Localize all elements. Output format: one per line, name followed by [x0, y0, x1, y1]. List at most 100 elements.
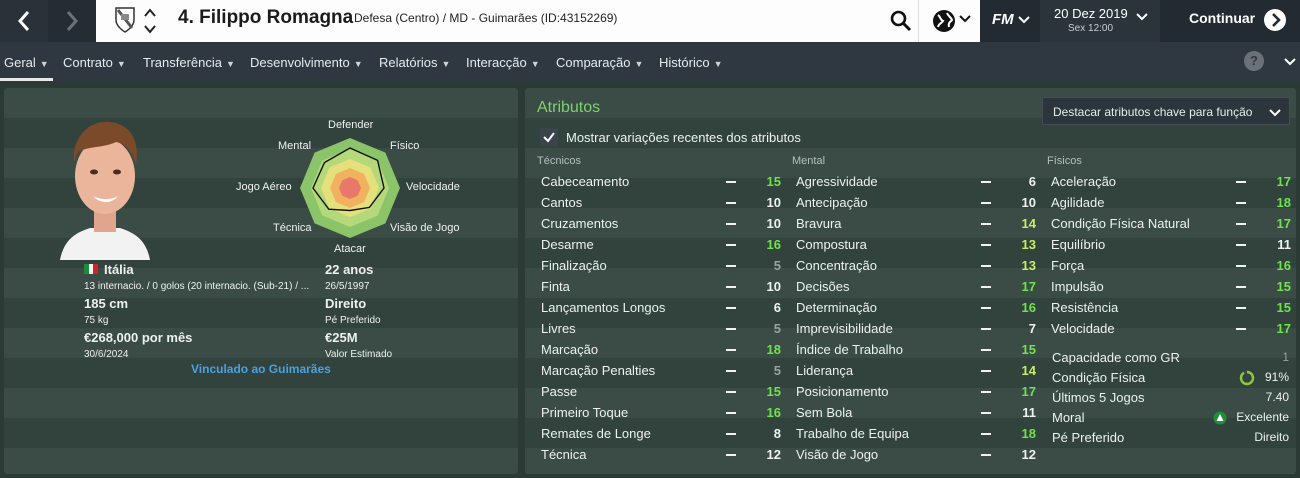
heading-tecnicos: Técnicos: [537, 155, 582, 167]
attr-row-posicionamento[interactable]: Posicionamento 17: [792, 381, 1040, 402]
attr-value: 10: [766, 216, 781, 231]
player-switch-arrows-icon[interactable]: [143, 5, 157, 37]
attr-value: 15: [766, 384, 781, 399]
attr-row-sem-bola[interactable]: Sem Bola 11: [792, 402, 1040, 423]
no-change-dash-icon: [981, 370, 991, 372]
tab-comparacao[interactable]: Comparação ▼: [556, 55, 643, 70]
tab-desenvolvimento[interactable]: Desenvolvimento ▼: [250, 55, 363, 70]
chevron-down-icon: [1018, 16, 1030, 24]
no-change-dash-icon: [726, 223, 736, 225]
arrow-right-circle-icon: [1264, 9, 1286, 31]
chevron-down-icon: [959, 15, 971, 23]
wage: €268,000 por mês: [84, 330, 193, 345]
attr-row-concentracao[interactable]: Concentração 13: [792, 255, 1040, 276]
attr-name: Cruzamentos: [541, 216, 619, 231]
attr-row-agilidade[interactable]: Agilidade 18: [1047, 192, 1295, 213]
attr-value: 17: [1276, 321, 1291, 336]
attr-row-finalizacao[interactable]: Finalização 5: [537, 255, 785, 276]
player-photo: [60, 121, 150, 260]
tab-interaccao[interactable]: Interacção ▼: [466, 55, 540, 70]
estimated-value-label: Valor Estimado: [325, 349, 393, 360]
attr-row-marcacao[interactable]: Marcação 18: [537, 339, 785, 360]
attr-name: Finta: [541, 279, 570, 294]
tab-transferencia[interactable]: Transferência ▼: [143, 55, 235, 70]
attr-row-compostura[interactable]: Compostura 13: [792, 234, 1040, 255]
attr-row-lancamentos-longos[interactable]: Lançamentos Longos 6: [537, 297, 785, 318]
attr-row-equilibrio[interactable]: Equilíbrio 11: [1047, 234, 1295, 255]
fm-logo: FM: [992, 11, 1014, 28]
attr-row-marcacao-penalties[interactable]: Marcação Penalties 5: [537, 360, 785, 381]
info-row-gk-ability: Capacidade como GR 1: [1052, 350, 1289, 365]
radar-label-fisico: Físico: [390, 140, 420, 152]
heading-fisicos: Físicos: [1047, 155, 1082, 167]
help-icon[interactable]: ?: [1244, 51, 1264, 71]
attr-value: 16: [766, 237, 781, 252]
attr-row-finta[interactable]: Finta 10: [537, 276, 785, 297]
attr-row-passe[interactable]: Passe 15: [537, 381, 785, 402]
attr-row-agressividade[interactable]: Agressividade 6: [792, 171, 1040, 192]
fm-menu-button[interactable]: FM: [980, 0, 1040, 42]
globe-icon: [933, 10, 955, 32]
attr-row-imprevisibilidade[interactable]: Imprevisibilidade 7: [792, 318, 1040, 339]
no-change-dash-icon: [981, 223, 991, 225]
attr-name: Compostura: [796, 237, 867, 252]
attr-row-impulsao[interactable]: Impulsão 15: [1047, 276, 1295, 297]
attr-row-aceleracao[interactable]: Aceleração 17: [1047, 171, 1295, 192]
attr-name: Livres: [541, 321, 576, 336]
no-change-dash-icon: [1236, 328, 1246, 330]
attr-name: Velocidade: [1051, 321, 1115, 336]
radar-label-mental: Mental: [278, 140, 312, 152]
attr-row-forca[interactable]: Força 16: [1047, 255, 1295, 276]
attr-row-condicao-fisica-natural[interactable]: Condição Física Natural 17: [1047, 213, 1295, 234]
attr-value: 15: [1276, 279, 1291, 294]
chevron-down-icon: [1136, 13, 1148, 21]
attr-row-primeiro-toque[interactable]: Primeiro Toque 16: [537, 402, 785, 423]
attr-row-velocidade[interactable]: Velocidade 17: [1047, 318, 1295, 339]
attr-row-desarme[interactable]: Desarme 16: [537, 234, 785, 255]
continue-button[interactable]: Continuar: [1160, 0, 1300, 42]
highlight-role-dropdown[interactable]: Destacar atributos chave para função: [1042, 97, 1290, 125]
attr-row-bravura[interactable]: Bravura 14: [792, 213, 1040, 234]
no-change-dash-icon: [981, 349, 991, 351]
search-icon[interactable]: [888, 8, 914, 34]
attr-row-antecipacao[interactable]: Antecipação 10: [792, 192, 1040, 213]
tab-geral[interactable]: Geral ▼: [4, 55, 49, 70]
attr-row-cabeceamento[interactable]: Cabeceamento 15: [537, 171, 785, 192]
attr-row-lideranca[interactable]: Liderança 14: [792, 360, 1040, 381]
attr-row-indice-de-trabalho[interactable]: Índice de Trabalho 15: [792, 339, 1040, 360]
attr-row-cruzamentos[interactable]: Cruzamentos 10: [537, 213, 785, 234]
attr-row-livres[interactable]: Livres 5: [537, 318, 785, 339]
no-change-dash-icon: [981, 181, 991, 183]
no-change-dash-icon: [726, 265, 736, 267]
date-button[interactable]: 20 Dez 2019 Sex 12:00: [1040, 0, 1160, 42]
attr-name: Desarme: [541, 237, 594, 252]
chevron-left-icon: [17, 11, 30, 31]
back-button[interactable]: [0, 0, 48, 42]
radar-ring-4: [339, 177, 361, 199]
forward-button[interactable]: [48, 0, 96, 42]
globe-menu-button[interactable]: [918, 0, 980, 42]
attr-row-visao-de-jogo[interactable]: Visão de Jogo 12: [792, 444, 1040, 465]
attr-row-tecnica[interactable]: Técnica 12: [537, 444, 785, 465]
attr-row-resistencia[interactable]: Resistência 15: [1047, 297, 1295, 318]
attr-name: Resistência: [1051, 300, 1119, 315]
attr-row-cantos[interactable]: Cantos 10: [537, 192, 785, 213]
show-changes-checkbox[interactable]: [540, 128, 558, 146]
tab-relatorios[interactable]: Relatórios ▼: [379, 55, 450, 70]
italy-flag-icon: [84, 264, 99, 274]
club-link[interactable]: Vinculado ao Guimarães: [191, 362, 331, 376]
chevron-down-icon: ▼: [634, 59, 644, 69]
attr-row-decisoes[interactable]: Decisões 17: [792, 276, 1040, 297]
tab-contrato[interactable]: Contrato ▼: [63, 55, 126, 70]
attr-name: Técnica: [541, 447, 587, 462]
chevron-down-icon: ▼: [441, 59, 451, 69]
attr-row-remates-de-longe[interactable]: Remates de Longe 8: [537, 423, 785, 444]
tab-historico[interactable]: Histórico ▼: [659, 55, 723, 70]
attr-row-determinacao[interactable]: Determinação 16: [792, 297, 1040, 318]
attr-name: Cantos: [541, 195, 583, 210]
no-change-dash-icon: [726, 307, 736, 309]
info-row-morale: Moral Excelente: [1052, 410, 1289, 425]
no-change-dash-icon: [726, 328, 736, 330]
attr-row-trabalho-de-equipa[interactable]: Trabalho de Equipa 18: [792, 423, 1040, 444]
chevron-down-icon[interactable]: [1284, 57, 1296, 67]
